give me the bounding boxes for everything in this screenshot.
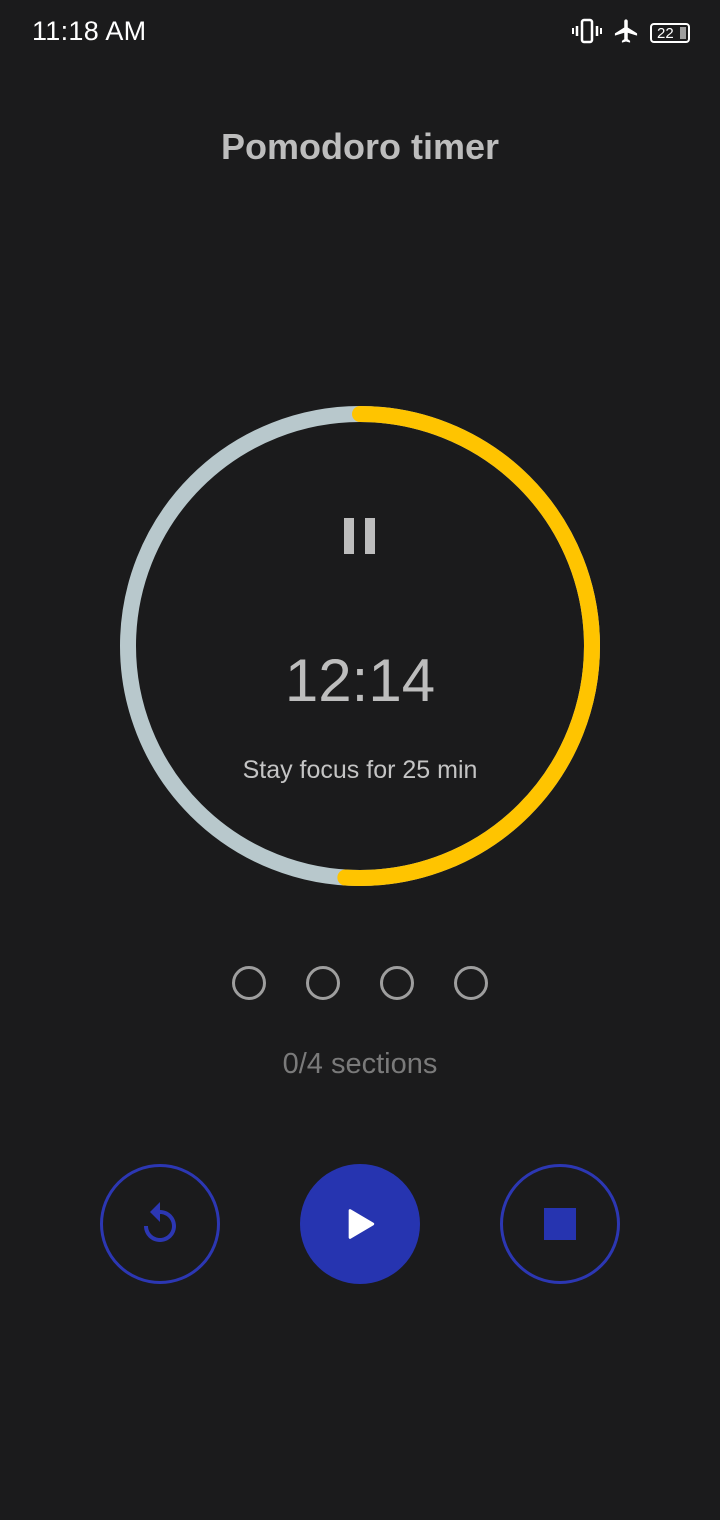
timer-caption: Stay focus for 25 min bbox=[242, 756, 478, 784]
session-dot bbox=[380, 966, 414, 1000]
session-indicators bbox=[0, 966, 720, 1000]
pomodoro-screen: 11:18 AM 22 Pomodoro timer 12:14 Stay fo… bbox=[0, 0, 720, 1520]
stop-icon bbox=[544, 1208, 576, 1240]
status-time: 11:18 AM bbox=[32, 16, 147, 46]
battery-icon: 22 bbox=[650, 23, 690, 43]
play-button[interactable] bbox=[300, 1164, 420, 1284]
sections-count: 0/4 sections bbox=[282, 1048, 438, 1080]
battery-level: 22 bbox=[657, 24, 674, 42]
reset-button[interactable] bbox=[100, 1164, 220, 1284]
pause-icon bbox=[344, 518, 375, 554]
session-dot bbox=[306, 966, 340, 1000]
status-bar: 11:18 AM 22 bbox=[0, 0, 720, 66]
session-dot bbox=[454, 966, 488, 1000]
timer-remaining: 12:14 bbox=[284, 647, 436, 714]
airplane-mode-icon bbox=[612, 17, 640, 50]
battery-fill bbox=[680, 27, 686, 39]
page-title: Pomodoro timer bbox=[220, 126, 499, 167]
status-icons: 22 bbox=[572, 16, 690, 50]
session-dot bbox=[232, 966, 266, 1000]
play-icon bbox=[348, 1209, 375, 1239]
stop-button[interactable] bbox=[500, 1164, 620, 1284]
vibrate-icon bbox=[572, 18, 602, 49]
pause-button[interactable] bbox=[330, 506, 390, 566]
replay-icon bbox=[144, 1202, 176, 1242]
